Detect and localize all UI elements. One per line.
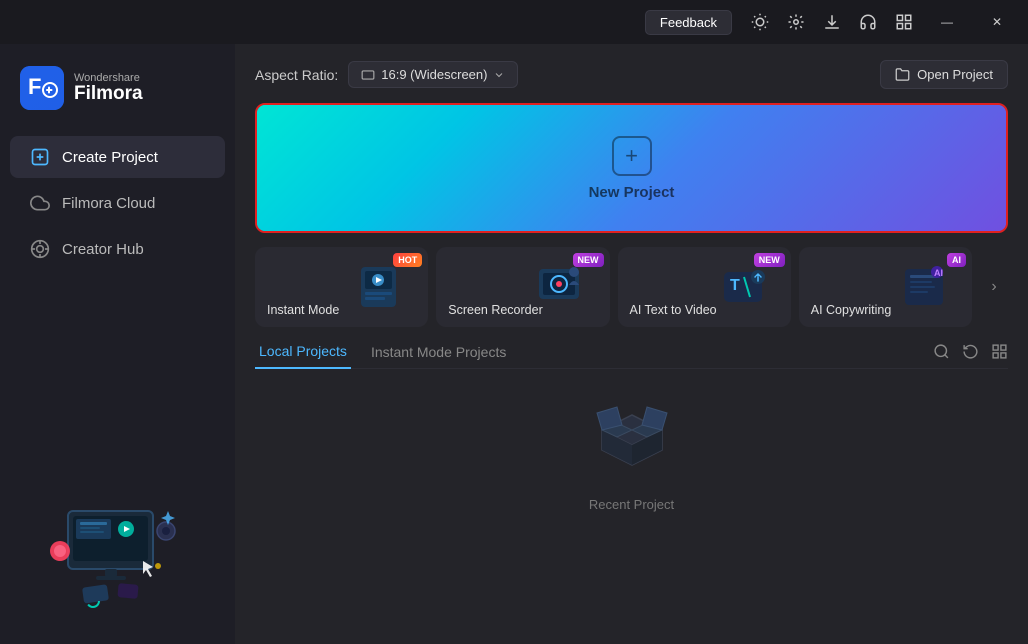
create-project-icon: [30, 147, 50, 167]
ai-copywriting-badge: AI: [947, 253, 966, 267]
new-project-plus-icon: +: [612, 136, 652, 176]
filmora-cloud-icon: [30, 193, 50, 213]
svg-text:F: F: [28, 74, 41, 99]
theme-toggle-icon[interactable]: [744, 6, 776, 38]
close-button[interactable]: ✕: [974, 6, 1020, 38]
main-content: Aspect Ratio: 16:9 (Widescreen) Open Pro…: [235, 44, 1028, 644]
logo-text: Wondershare Filmora: [74, 72, 143, 105]
cards-next-arrow[interactable]: ›: [980, 247, 1008, 327]
recent-project-label: Recent Project: [589, 497, 674, 512]
sidebar-item-creator-hub-label: Creator Hub: [62, 241, 144, 258]
svg-text:T: T: [730, 277, 740, 294]
new-project-content: + New Project: [589, 136, 675, 201]
screen-recorder-label: Screen Recorder: [448, 303, 597, 317]
feature-card-instant-mode[interactable]: HOT Instant Mode: [255, 247, 428, 327]
sidebar-item-creator-hub[interactable]: Creator Hub: [10, 228, 225, 270]
sidebar-illustration: [0, 440, 235, 632]
sidebar-item-create-project[interactable]: Create Project: [10, 136, 225, 178]
instant-mode-badge: HOT: [393, 253, 422, 267]
feature-card-ai-text-to-video[interactable]: NEW T AI Text to Video: [618, 247, 791, 327]
top-bar: Aspect Ratio: 16:9 (Widescreen) Open Pro…: [255, 60, 1008, 89]
folder-icon: [895, 67, 910, 82]
tab-instant-mode-projects[interactable]: Instant Mode Projects: [367, 344, 510, 360]
feedback-button[interactable]: Feedback: [645, 10, 732, 35]
empty-projects-area: Recent Project: [255, 385, 1008, 522]
ai-text-to-video-badge: NEW: [754, 253, 785, 267]
chevron-down-icon: [493, 69, 505, 81]
feature-cards-container: HOT Instant Mode NEW: [255, 247, 1008, 327]
sidebar: F Wondershare Filmora Create Project Fil…: [0, 44, 235, 644]
refresh-icon[interactable]: [962, 343, 979, 360]
download-icon[interactable]: [816, 6, 848, 38]
empty-box-icon: [587, 405, 677, 485]
feature-card-ai-copywriting[interactable]: AI AI AI Copywriting: [799, 247, 972, 327]
logo-area: F Wondershare Filmora: [0, 56, 235, 134]
screen-recorder-badge: NEW: [573, 253, 604, 267]
sidebar-item-create-project-label: Create Project: [62, 149, 158, 166]
minimize-button[interactable]: —: [924, 6, 970, 38]
feature-card-screen-recorder[interactable]: NEW Screen Recorder: [436, 247, 609, 327]
filmora-logo-icon: F: [20, 66, 64, 110]
sidebar-3d-artwork: [38, 456, 198, 616]
aspect-ratio-value: 16:9 (Widescreen): [381, 67, 487, 82]
tab-actions: [933, 343, 1008, 360]
aspect-ratio-selector: Aspect Ratio: 16:9 (Widescreen): [255, 61, 518, 88]
filmora-label: Filmora: [74, 84, 143, 105]
aspect-ratio-icon: [361, 68, 375, 82]
ai-copywriting-label: AI Copywriting: [811, 303, 960, 317]
new-project-banner[interactable]: + New Project: [255, 103, 1008, 233]
apps-icon[interactable]: [888, 6, 920, 38]
new-project-label: New Project: [589, 184, 675, 201]
creator-hub-icon: [30, 239, 50, 259]
aspect-ratio-dropdown[interactable]: 16:9 (Widescreen): [348, 61, 518, 88]
support-icon[interactable]: [852, 6, 884, 38]
titlebar: Feedback: [0, 0, 1028, 44]
view-toggle-icon[interactable]: [991, 343, 1008, 360]
svg-text:AI: AI: [934, 268, 943, 278]
sidebar-item-filmora-cloud-label: Filmora Cloud: [62, 195, 155, 212]
search-icon[interactable]: [933, 343, 950, 360]
ai-text-to-video-label: AI Text to Video: [630, 303, 779, 317]
tab-local-projects[interactable]: Local Projects: [255, 343, 351, 369]
instant-mode-label: Instant Mode: [267, 303, 416, 317]
projects-tabs: Local Projects Instant Mode Projects: [255, 343, 1008, 369]
open-project-label: Open Project: [917, 67, 993, 82]
sidebar-item-filmora-cloud[interactable]: Filmora Cloud: [10, 182, 225, 224]
aspect-ratio-label: Aspect Ratio:: [255, 67, 338, 83]
open-project-button[interactable]: Open Project: [880, 60, 1008, 89]
wondershare-label: Wondershare: [74, 72, 143, 84]
app-layout: F Wondershare Filmora Create Project Fil…: [0, 44, 1028, 644]
settings-icon[interactable]: [780, 6, 812, 38]
